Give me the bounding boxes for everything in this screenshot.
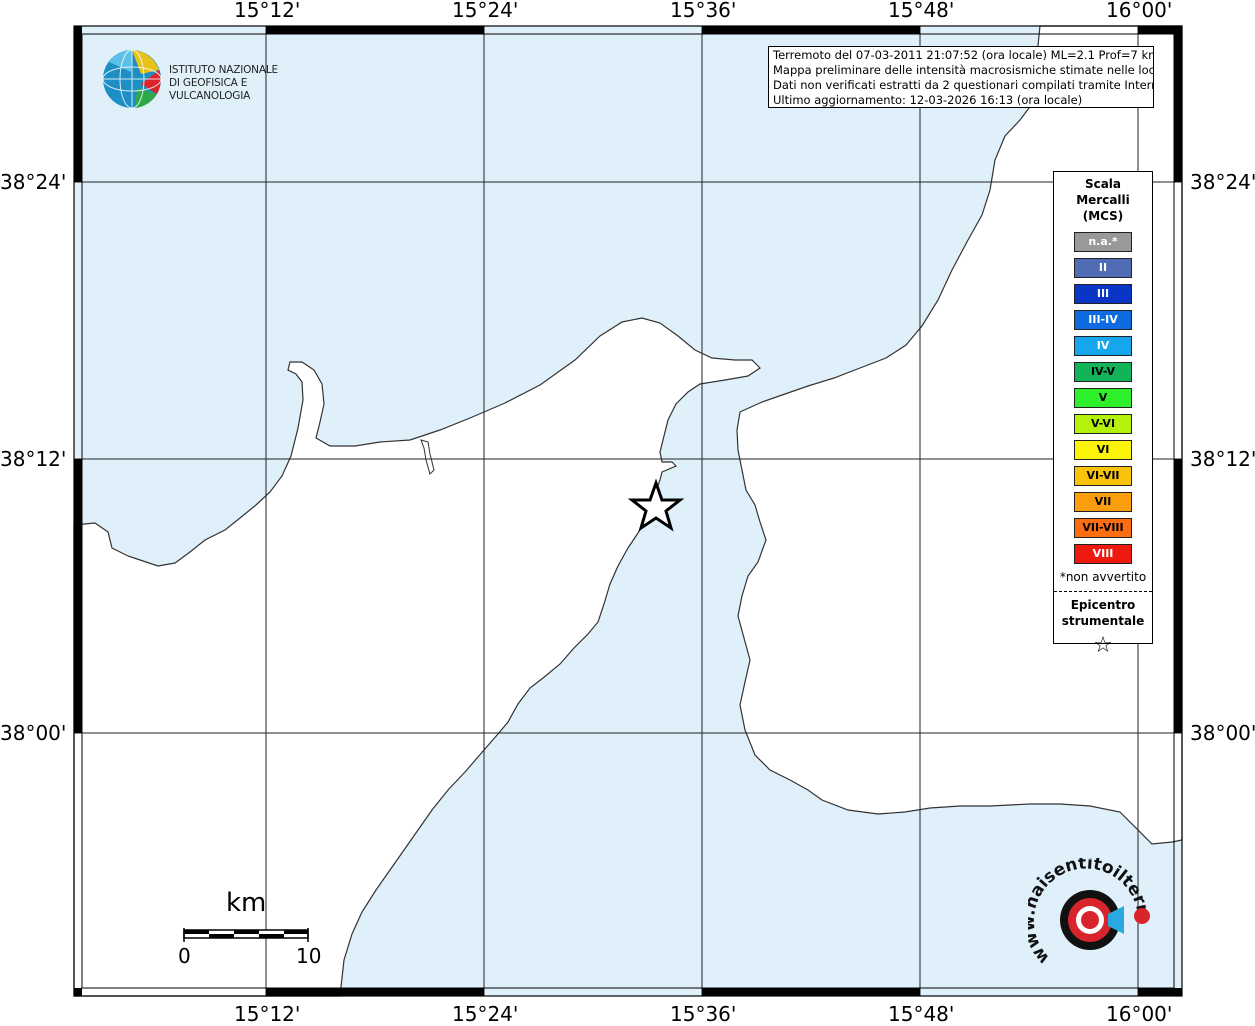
top-lon-label: 16°00' bbox=[1106, 0, 1173, 22]
legend-item: IV bbox=[1074, 336, 1132, 356]
scale-end-label: 10 bbox=[296, 944, 322, 968]
legend-item: II bbox=[1074, 258, 1132, 278]
ingv-name-line1: ISTITUTO NAZIONALE bbox=[169, 64, 278, 76]
legend-item: VII bbox=[1074, 492, 1132, 512]
left-lat-label: 38°00' bbox=[0, 721, 67, 745]
legend-title-line: Mercalli bbox=[1076, 193, 1130, 207]
legend-epicenter-line: Epicentro bbox=[1070, 598, 1136, 612]
legend-item: IV-V bbox=[1074, 362, 1132, 382]
ingv-logo: ISTITUTO NAZIONALE DI GEOFISICA E VULCAN… bbox=[101, 48, 321, 110]
legend-item: VI-VII bbox=[1074, 466, 1132, 486]
hst-logo-icon: www.haisentitoilterremoto.it bbox=[1019, 843, 1153, 968]
legend-item: III bbox=[1074, 284, 1132, 304]
legend-item: n.a.* bbox=[1074, 232, 1132, 252]
top-lon-label: 15°24' bbox=[452, 0, 519, 22]
legend-item: III-IV bbox=[1074, 310, 1132, 330]
event-info-line: Mappa preliminare delle intensità macros… bbox=[773, 63, 1154, 77]
legend-star-icon: ☆ bbox=[1093, 633, 1113, 658]
right-lat-label: 38°12' bbox=[1190, 447, 1255, 471]
legend-item: V-VI bbox=[1074, 414, 1132, 434]
event-info-box: Terremoto del 07-03-2011 21:07:52 (ora l… bbox=[768, 46, 1154, 108]
right-lat-label: 38°24' bbox=[1190, 170, 1255, 194]
bottom-lon-label: 16°00' bbox=[1106, 1002, 1173, 1026]
event-info-line: Dati non verificati estratti da 2 questi… bbox=[773, 78, 1154, 92]
left-lat-label: 38°12' bbox=[0, 447, 67, 471]
scale-start-label: 0 bbox=[178, 944, 191, 968]
event-info-line: Ultimo aggiornamento: 12-03-2026 16:13 (… bbox=[773, 93, 1083, 107]
bottom-lon-label: 15°36' bbox=[670, 1002, 737, 1026]
ingv-name-line2: DI GEOFISICA E VULCANOLOGIA bbox=[169, 77, 251, 102]
legend-item: VIII bbox=[1074, 544, 1132, 564]
bottom-lon-label: 15°12' bbox=[234, 1002, 301, 1026]
legend-item: VI bbox=[1074, 440, 1132, 460]
bottom-lon-label: 15°48' bbox=[888, 1002, 955, 1026]
event-info-line: Terremoto del 07-03-2011 21:07:52 (ora l… bbox=[773, 48, 1154, 62]
legend-epicenter-line: strumentale bbox=[1061, 614, 1145, 628]
legend-title-line: (MCS) bbox=[1082, 209, 1124, 223]
hst-logo: www.haisentitoilterremoto.it bbox=[1019, 843, 1158, 988]
bottom-lon-label: 15°24' bbox=[452, 1002, 519, 1026]
legend-items: n.a.* II III III-IV IV IV-V V V-VI VI VI-VII VII VI… bbox=[1054, 232, 1152, 564]
legend-item: V bbox=[1074, 388, 1132, 408]
top-lon-label: 15°48' bbox=[888, 0, 955, 22]
ingv-globe-icon bbox=[102, 49, 162, 109]
left-lat-label: 38°24' bbox=[0, 170, 67, 194]
right-lat-label: 38°00' bbox=[1190, 721, 1255, 745]
legend-title-line: Scala bbox=[1084, 177, 1122, 191]
top-lon-label: 15°36' bbox=[670, 0, 737, 22]
legend-note: *non avvertito bbox=[1059, 570, 1147, 584]
mcs-legend: Scala Mercalli (MCS) n.a.* II III III-IV IV I… bbox=[1053, 171, 1153, 658]
top-lon-label: 15°12' bbox=[234, 0, 301, 22]
legend-divider bbox=[1054, 591, 1152, 592]
scale-unit-label: km bbox=[226, 888, 267, 918]
legend-item: VII-VIII bbox=[1074, 518, 1132, 538]
